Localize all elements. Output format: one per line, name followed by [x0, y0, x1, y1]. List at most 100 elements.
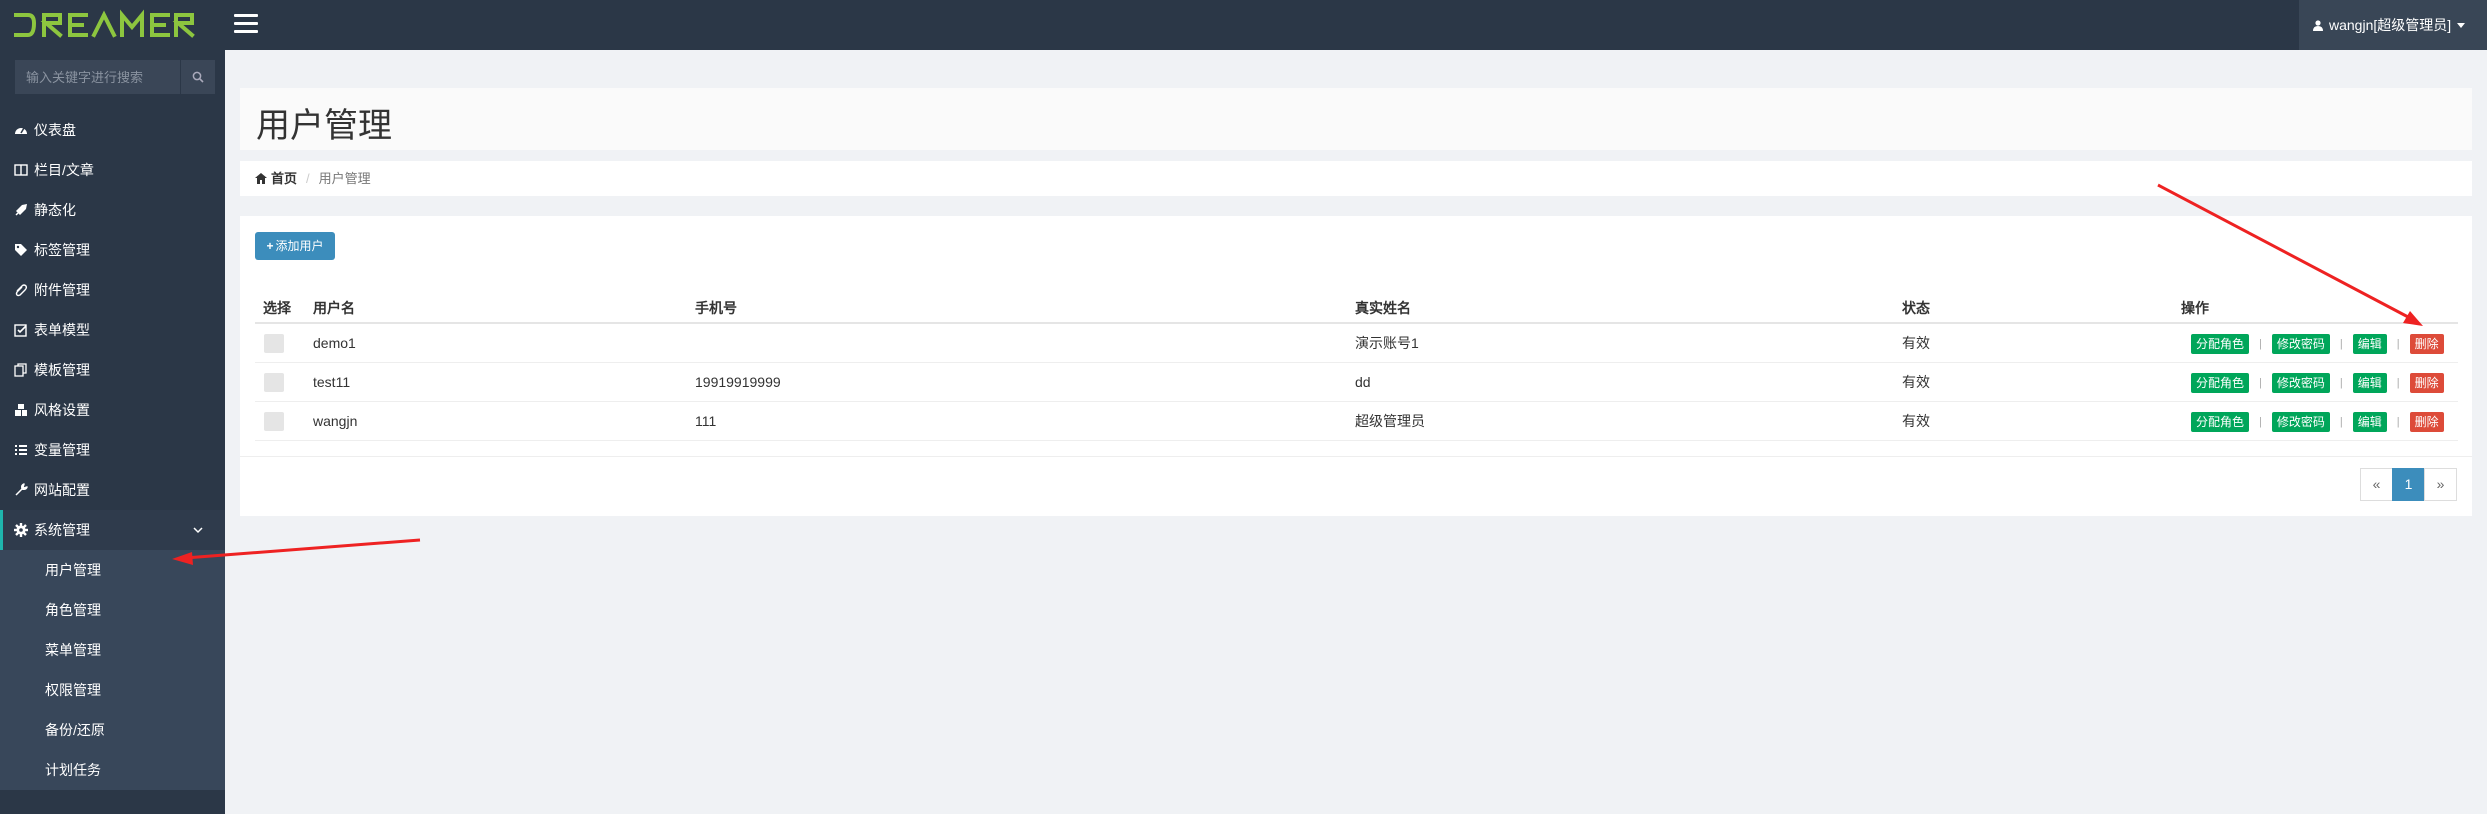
checkbox-icon — [14, 324, 27, 337]
action-separator: | — [2339, 377, 2343, 389]
realname-cell: 演示账号1 — [1355, 335, 1419, 351]
username-cell: demo1 — [313, 335, 356, 351]
user-name: wangjn[超级管理员] — [2329, 17, 2452, 33]
sidebar-item-site-config[interactable]: 网站配置 — [0, 470, 225, 510]
sidebar-item-dashboard[interactable]: 仪表盘 — [0, 110, 225, 150]
edit-button[interactable]: 编辑 — [2352, 334, 2387, 354]
add-user-button[interactable]: + 添加用户 — [255, 232, 335, 260]
sidebar-item-label: 仪表盘 — [34, 122, 76, 138]
table-row: demo1 演示账号1 有效 分配角色 | 修改密码 | 编辑 | 删除 — [255, 324, 2458, 363]
sidebar-item-label: 静态化 — [34, 202, 76, 218]
action-separator: | — [2259, 338, 2262, 350]
sidebar-item-tags[interactable]: 标签管理 — [0, 230, 225, 270]
assign-role-button[interactable]: 分配角色 — [2191, 412, 2250, 432]
sidebar-toggle-button[interactable] — [234, 14, 258, 36]
change-password-button[interactable]: 修改密码 — [2271, 334, 2330, 354]
phone-cell: 111 — [695, 413, 717, 429]
sidebar-item-forms[interactable]: 表单模型 — [0, 310, 225, 350]
status-cell: 有效 — [1902, 374, 1930, 390]
delete-button[interactable]: 删除 — [2409, 334, 2444, 354]
action-separator: | — [2339, 338, 2343, 350]
sidebar-item-label: 附件管理 — [34, 282, 90, 298]
caret-down-icon — [2457, 23, 2466, 28]
sidebar-item-label: 标签管理 — [34, 242, 90, 258]
breadcrumb-home-label: 首页 — [271, 171, 298, 186]
action-separator: | — [2396, 416, 2400, 428]
change-password-button[interactable]: 修改密码 — [2271, 373, 2330, 393]
dashboard-icon — [15, 127, 27, 134]
submenu-item-roles[interactable]: 角色管理 — [0, 590, 225, 630]
row-actions: 分配角色 | 修改密码 | 编辑 | 删除 — [2191, 334, 2444, 354]
dreamer-logo[interactable] — [12, 9, 216, 41]
pagination-next[interactable]: » — [2424, 468, 2457, 501]
realname-cell: dd — [1355, 374, 1371, 390]
pagination-page[interactable]: 1 — [2392, 468, 2425, 501]
row-checkbox[interactable] — [264, 334, 284, 353]
column-header: 操作 — [2181, 300, 2209, 316]
sidebar-item-columns[interactable]: 栏目/文章 — [0, 150, 225, 190]
row-checkbox[interactable] — [264, 373, 284, 392]
user-table: 选择 用户名 手机号 真实姓名 状态 操作 demo1 演示账号1 有效 分配角… — [255, 292, 2458, 441]
delete-button[interactable]: 删除 — [2409, 412, 2444, 432]
panel-footer-divider — [240, 456, 2472, 457]
user-menu[interactable]: wangjn[超级管理员] — [2299, 0, 2487, 50]
column-header: 真实姓名 — [1355, 300, 1411, 316]
sidebar-item-styles[interactable]: 风格设置 — [0, 390, 225, 430]
submenu-item-users[interactable]: 用户管理 — [0, 550, 225, 590]
column-header: 选择 — [263, 300, 291, 316]
action-separator: | — [2396, 377, 2400, 389]
status-cell: 有效 — [1902, 413, 1930, 429]
page-header: 用户管理 — [240, 88, 2472, 150]
rocket-icon — [15, 204, 27, 216]
user-icon — [2313, 20, 2323, 31]
edit-button[interactable]: 编辑 — [2352, 412, 2387, 432]
column-header: 用户名 — [313, 300, 355, 316]
delete-button[interactable]: 删除 — [2409, 373, 2444, 393]
sidebar-item-templates[interactable]: 模板管理 — [0, 350, 225, 390]
table-row: wangjn 111 超级管理员 有效 分配角色 | 修改密码 | 编辑 | 删除 — [255, 402, 2458, 441]
search-button[interactable] — [180, 60, 215, 94]
row-actions: 分配角色 | 修改密码 | 编辑 | 删除 — [2191, 412, 2444, 432]
submenu-item-tasks[interactable]: 计划任务 — [0, 750, 225, 790]
sidebar-item-label: 栏目/文章 — [34, 162, 94, 178]
sidebar-item-label: 变量管理 — [34, 442, 90, 458]
sidebar-item-variables[interactable]: 变量管理 — [0, 430, 225, 470]
paperclip-icon — [15, 284, 28, 297]
action-separator: | — [2259, 416, 2262, 428]
realname-cell: 超级管理员 — [1355, 413, 1425, 429]
submenu-item-backup[interactable]: 备份/还原 — [0, 710, 225, 750]
breadcrumb-home-link[interactable]: 首页 — [255, 171, 297, 186]
columns-icon — [14, 164, 28, 176]
sidebar-item-static[interactable]: 静态化 — [0, 190, 225, 230]
assign-role-button[interactable]: 分配角色 — [2191, 334, 2250, 354]
action-separator: | — [2396, 338, 2400, 350]
edit-button[interactable]: 编辑 — [2352, 373, 2387, 393]
search-input[interactable] — [15, 60, 180, 94]
page-title: 用户管理 — [256, 107, 392, 145]
sidebar-item-system[interactable]: 系统管理 — [0, 510, 225, 550]
submenu-item-permissions[interactable]: 权限管理 — [0, 670, 225, 710]
cubes-icon — [15, 404, 27, 416]
gear-icon — [14, 523, 28, 537]
row-checkbox[interactable] — [264, 412, 284, 431]
breadcrumb: 首页 / 用户管理 — [240, 161, 2472, 196]
row-actions: 分配角色 | 修改密码 | 编辑 | 删除 — [2191, 373, 2444, 393]
tags-icon — [15, 244, 27, 256]
sidebar-item-attachments[interactable]: 附件管理 — [0, 270, 225, 310]
assign-role-button[interactable]: 分配角色 — [2191, 373, 2250, 393]
user-list-panel: + 添加用户 选择 用户名 手机号 真实姓名 状态 操作 demo1 演示账号1 … — [240, 216, 2472, 516]
sidebar-nav: 仪表盘 栏目/文章 静态化 标签管理 附件管理 表单模型 模板管理 风格设置 变… — [0, 110, 225, 790]
phone-cell: 19919919999 — [695, 374, 781, 390]
table-header: 选择 用户名 手机号 真实姓名 状态 操作 — [255, 292, 2458, 324]
breadcrumb-separator: / — [306, 171, 310, 186]
chevron-down-icon — [193, 527, 203, 534]
sidebar-item-label: 模板管理 — [34, 362, 90, 378]
search-icon — [192, 71, 204, 83]
submenu-item-menus[interactable]: 菜单管理 — [0, 630, 225, 670]
change-password-button[interactable]: 修改密码 — [2271, 412, 2330, 432]
status-cell: 有效 — [1902, 335, 1930, 351]
column-header: 状态 — [1902, 300, 1930, 316]
system-submenu: 用户管理 角色管理 菜单管理 权限管理 备份/还原 计划任务 — [0, 550, 225, 790]
add-user-label: 添加用户 — [275, 239, 324, 253]
pagination-prev[interactable]: « — [2360, 468, 2393, 501]
